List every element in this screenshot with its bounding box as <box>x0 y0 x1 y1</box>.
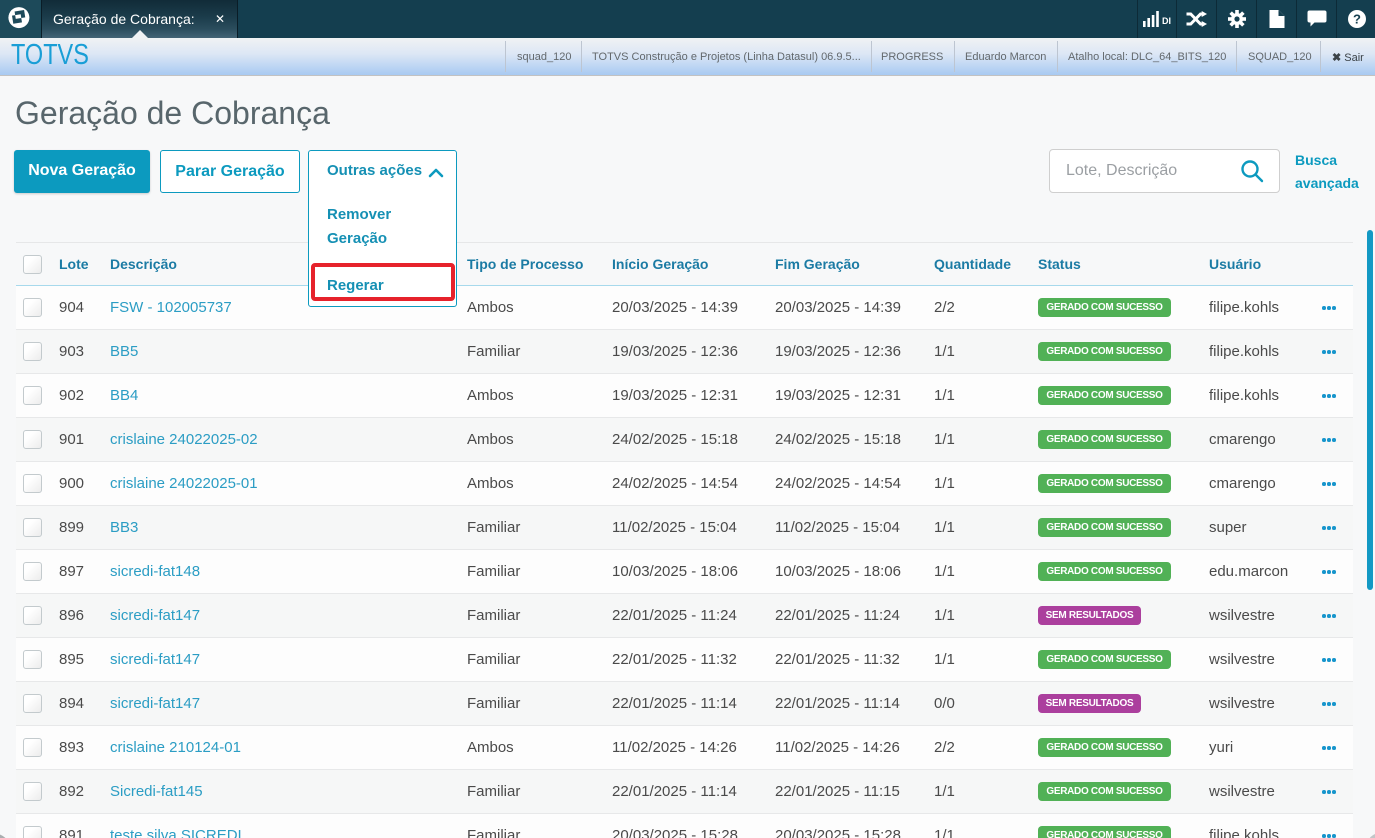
svg-text:DI: DI <box>1162 16 1171 26</box>
svg-text:?: ? <box>1353 12 1361 27</box>
